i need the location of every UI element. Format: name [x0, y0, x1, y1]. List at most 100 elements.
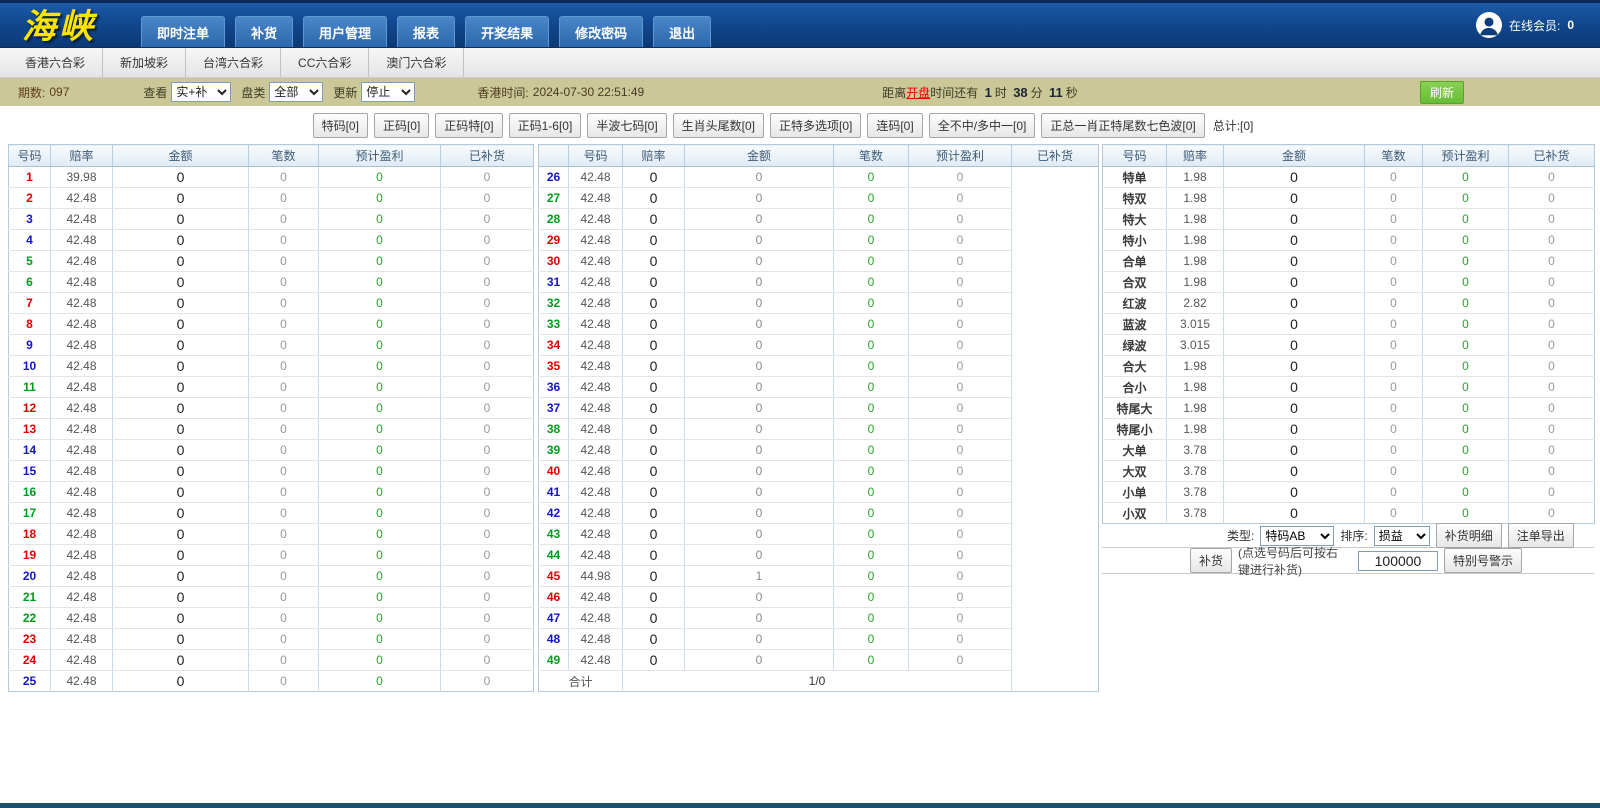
ball-number[interactable]: 8 — [9, 314, 51, 335]
ball-number[interactable]: 44 — [539, 545, 569, 566]
ball-number[interactable]: 3 — [9, 209, 51, 230]
update-select[interactable]: 停止 — [361, 82, 415, 102]
ball-number[interactable]: 38 — [539, 419, 569, 440]
nav-live-orders[interactable]: 即时注单 — [141, 16, 225, 47]
nav-draw-results[interactable]: 开奖结果 — [465, 16, 549, 47]
bet-type-label[interactable]: 大双 — [1103, 461, 1167, 482]
nav-logout[interactable]: 退出 — [653, 16, 711, 47]
bet-type-label[interactable]: 特双 — [1103, 188, 1167, 209]
ball-number[interactable]: 25 — [9, 671, 51, 692]
nav-change-password[interactable]: 修改密码 — [559, 16, 643, 47]
ball-number[interactable]: 11 — [9, 377, 51, 398]
tab-singapore[interactable]: 新加坡彩 — [103, 48, 186, 77]
ball-number[interactable]: 24 — [9, 650, 51, 671]
ball-number[interactable]: 26 — [539, 167, 569, 188]
ball-number[interactable]: 18 — [9, 524, 51, 545]
filter-button-3[interactable]: 正码1-6[0] — [509, 113, 582, 138]
restock-amount-input[interactable] — [1358, 551, 1438, 571]
filter-button-8[interactable]: 全不中/多中一[0] — [929, 113, 1036, 138]
ball-number[interactable]: 47 — [539, 608, 569, 629]
ball-number[interactable]: 21 — [9, 587, 51, 608]
nav-restock[interactable]: 补货 — [235, 16, 293, 47]
filter-button-5[interactable]: 生肖头尾数[0] — [673, 113, 764, 138]
ball-number[interactable]: 34 — [539, 335, 569, 356]
tab-macau[interactable]: 澳门六合彩 — [369, 48, 464, 77]
order-export-button[interactable]: 注单导出 — [1508, 523, 1574, 548]
bet-type-label[interactable]: 特单 — [1103, 167, 1167, 188]
ball-number[interactable]: 42 — [539, 503, 569, 524]
nav-user-management[interactable]: 用户管理 — [303, 16, 387, 47]
ball-number[interactable]: 20 — [9, 566, 51, 587]
ball-number[interactable]: 6 — [9, 272, 51, 293]
ball-number[interactable]: 39 — [539, 440, 569, 461]
ball-number[interactable]: 43 — [539, 524, 569, 545]
ball-number[interactable]: 40 — [539, 461, 569, 482]
bet-type-label[interactable]: 绿波 — [1103, 335, 1167, 356]
tab-taiwan[interactable]: 台湾六合彩 — [186, 48, 281, 77]
special-number-alert-button[interactable]: 特别号警示 — [1444, 548, 1522, 573]
ball-number[interactable]: 17 — [9, 503, 51, 524]
ball-number[interactable]: 37 — [539, 398, 569, 419]
filter-button-2[interactable]: 正码特[0] — [435, 113, 502, 138]
bet-type-label[interactable]: 特小 — [1103, 230, 1167, 251]
filter-button-7[interactable]: 连码[0] — [867, 113, 922, 138]
ball-number[interactable]: 9 — [9, 335, 51, 356]
bet-type-label[interactable]: 小单 — [1103, 482, 1167, 503]
bet-type-label[interactable]: 合大 — [1103, 356, 1167, 377]
restock-button[interactable]: 补货 — [1190, 548, 1232, 573]
ball-number[interactable]: 45 — [539, 566, 569, 587]
nav-reports[interactable]: 报表 — [397, 16, 455, 47]
ball-number[interactable]: 16 — [9, 482, 51, 503]
ball-number[interactable]: 14 — [9, 440, 51, 461]
open-link[interactable]: 开盘 — [906, 86, 930, 100]
ball-number[interactable]: 29 — [539, 230, 569, 251]
filter-button-0[interactable]: 特码[0] — [313, 113, 368, 138]
ball-number[interactable]: 32 — [539, 293, 569, 314]
ball-number[interactable]: 33 — [539, 314, 569, 335]
ball-number[interactable]: 49 — [539, 650, 569, 671]
ball-number[interactable]: 5 — [9, 251, 51, 272]
bet-type-label[interactable]: 特尾小 — [1103, 419, 1167, 440]
restock-detail-button[interactable]: 补货明细 — [1436, 523, 1502, 548]
ball-number[interactable]: 30 — [539, 251, 569, 272]
filter-button-4[interactable]: 半波七码[0] — [587, 113, 666, 138]
ball-number[interactable]: 48 — [539, 629, 569, 650]
bet-type-label[interactable]: 红波 — [1103, 293, 1167, 314]
ball-number[interactable]: 12 — [9, 398, 51, 419]
sort-select[interactable]: 损益 — [1374, 526, 1430, 546]
board-select[interactable]: 全部 — [269, 82, 323, 102]
ball-number[interactable]: 19 — [9, 545, 51, 566]
ball-number[interactable]: 1 — [9, 167, 51, 188]
bet-type-label[interactable]: 大单 — [1103, 440, 1167, 461]
ball-number[interactable]: 4 — [9, 230, 51, 251]
ball-number[interactable]: 27 — [539, 188, 569, 209]
ball-number[interactable]: 28 — [539, 209, 569, 230]
filter-button-6[interactable]: 正特多选项[0] — [770, 113, 861, 138]
tab-cc[interactable]: CC六合彩 — [281, 48, 369, 77]
ball-number[interactable]: 41 — [539, 482, 569, 503]
ball-number[interactable]: 10 — [9, 356, 51, 377]
ball-number[interactable]: 15 — [9, 461, 51, 482]
ball-number[interactable]: 23 — [9, 629, 51, 650]
filter-button-1[interactable]: 正码[0] — [374, 113, 429, 138]
bet-type-label[interactable]: 小双 — [1103, 503, 1167, 524]
bet-type-label[interactable]: 合双 — [1103, 272, 1167, 293]
bet-type-label[interactable]: 特大 — [1103, 209, 1167, 230]
ball-number[interactable]: 7 — [9, 293, 51, 314]
refresh-button[interactable]: 刷新 — [1420, 81, 1464, 104]
bet-type-label[interactable]: 蓝波 — [1103, 314, 1167, 335]
ball-number[interactable]: 36 — [539, 377, 569, 398]
bet-type-label[interactable]: 合单 — [1103, 251, 1167, 272]
ball-number[interactable]: 35 — [539, 356, 569, 377]
ball-number[interactable]: 46 — [539, 587, 569, 608]
tab-hongkong[interactable]: 香港六合彩 — [8, 48, 103, 77]
type-select[interactable]: 特码AB — [1260, 526, 1334, 546]
ball-number[interactable]: 2 — [9, 188, 51, 209]
ball-number[interactable]: 22 — [9, 608, 51, 629]
view-select[interactable]: 实+补 — [171, 82, 231, 102]
bet-type-label[interactable]: 特尾大 — [1103, 398, 1167, 419]
ball-number[interactable]: 31 — [539, 272, 569, 293]
filter-button-9[interactable]: 正总一肖正特尾数七色波[0] — [1041, 113, 1204, 138]
ball-number[interactable]: 13 — [9, 419, 51, 440]
bet-type-label[interactable]: 合小 — [1103, 377, 1167, 398]
